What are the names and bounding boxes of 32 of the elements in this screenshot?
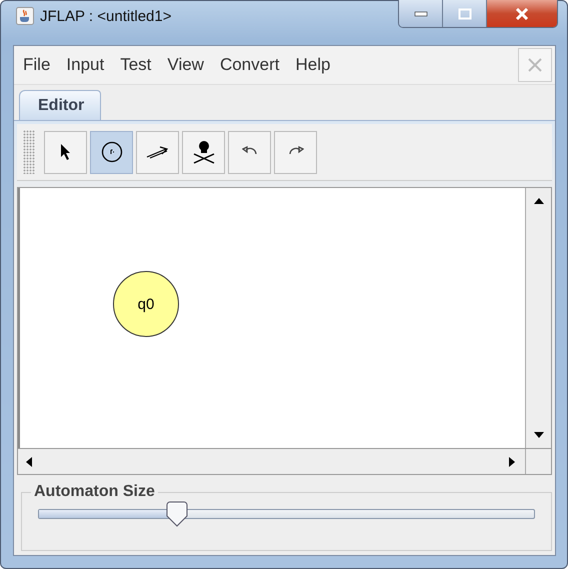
down-arrow-icon[interactable] [534, 432, 544, 438]
editor-canvas[interactable]: q0 [18, 188, 525, 448]
menu-item[interactable]: File [23, 55, 50, 75]
size-slider[interactable] [38, 501, 535, 527]
pointer-tool[interactable] [44, 130, 87, 174]
slider-thumb[interactable] [166, 501, 188, 527]
minimize-button[interactable] [399, 0, 443, 27]
transition-tool[interactable] [136, 130, 179, 174]
minimize-icon [414, 10, 428, 16]
menu-item[interactable]: Convert [220, 55, 280, 75]
left-arrow-icon[interactable] [26, 456, 32, 466]
editor-tab[interactable]: Editor [19, 90, 102, 120]
state-node[interactable]: q0 [113, 271, 179, 337]
menu-item[interactable]: Test [120, 55, 152, 75]
state-tool[interactable] [90, 130, 133, 174]
arrow-icon [146, 145, 170, 159]
circle-icon [100, 141, 122, 163]
up-arrow-icon[interactable] [534, 198, 544, 204]
maximize-icon [458, 8, 472, 20]
delete-tool[interactable] [182, 130, 225, 174]
maximize-button[interactable] [443, 0, 487, 27]
window-title: JFLAP : <untitled1> [40, 8, 172, 25]
right-arrow-icon[interactable] [509, 456, 515, 466]
close-icon [527, 57, 543, 73]
close-icon [515, 8, 529, 20]
toolbar-grip[interactable] [23, 130, 35, 174]
menu-item[interactable]: View [167, 55, 204, 75]
close-button[interactable] [487, 0, 557, 27]
coffee-cup-icon [16, 7, 34, 25]
menu-item[interactable]: Input [66, 55, 104, 75]
cursor-icon [60, 143, 72, 161]
menu-item[interactable]: Help [295, 55, 330, 75]
